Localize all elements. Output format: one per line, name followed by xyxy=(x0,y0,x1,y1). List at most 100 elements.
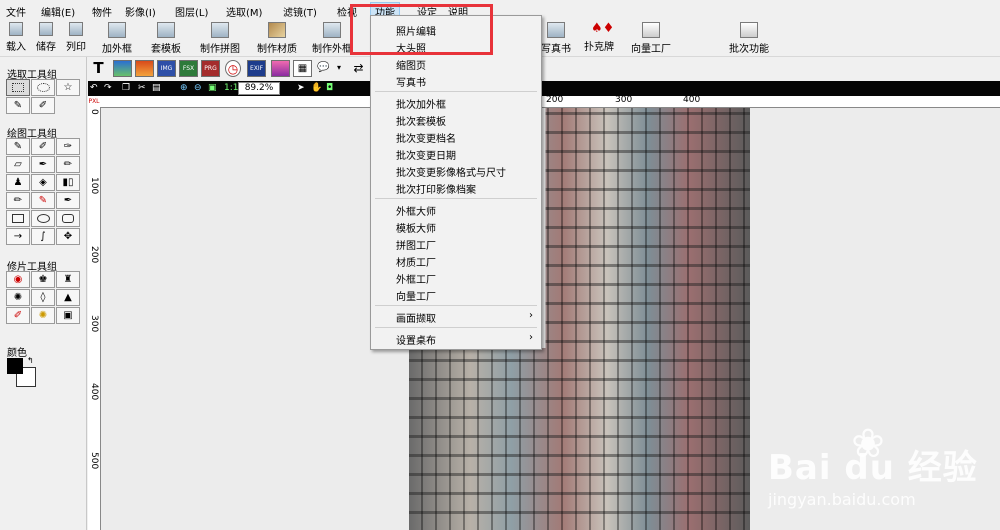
navigator-icon[interactable]: ◘ xyxy=(326,82,333,94)
clone-tool[interactable]: ♚ xyxy=(31,271,55,288)
exif-button[interactable]: EXIF xyxy=(247,60,266,77)
vector-factory-button[interactable]: 向量工厂 xyxy=(631,22,671,55)
sharpen-tool[interactable]: ▲ xyxy=(56,289,80,306)
stamp-tool[interactable]: ♟ xyxy=(6,174,30,191)
sunset-icon[interactable] xyxy=(135,60,154,77)
line-tool[interactable]: → xyxy=(6,228,30,245)
lasso-select-tool[interactable]: ☆ xyxy=(56,79,80,96)
light-tool[interactable]: ✺ xyxy=(31,307,55,324)
eyedropper-tool[interactable]: ✒ xyxy=(56,192,80,209)
drop-icon: ◊ xyxy=(40,291,46,303)
calendar-icon[interactable]: ▦ xyxy=(293,60,312,77)
swap-colors-icon[interactable]: ↰ xyxy=(27,356,34,365)
rounded-rect-tool[interactable] xyxy=(56,210,80,227)
red-eye-tool[interactable]: ◉ xyxy=(6,271,30,288)
menu-item-puzzle-factory[interactable]: 拼图工厂 xyxy=(396,237,436,252)
menu-item-vector-factory[interactable]: 向量工厂 xyxy=(396,288,436,303)
add-frame-button[interactable]: 加外框 xyxy=(102,22,132,55)
menu-item-batch-template[interactable]: 批次套模板 xyxy=(396,113,446,128)
menu-item-batch-rename[interactable]: 批次变更档名 xyxy=(396,130,456,145)
red-pen-tool[interactable]: ✎ xyxy=(31,192,55,209)
eraser-tool[interactable]: ▱ xyxy=(6,156,30,173)
menu-item-batch-format-size[interactable]: 批次变更影像格式与尺寸 xyxy=(396,164,506,179)
highlighter-tool[interactable]: ✒ xyxy=(31,156,55,173)
picture-tool[interactable]: ▣ xyxy=(56,307,80,324)
menu-item-texture-factory[interactable]: 材质工厂 xyxy=(396,254,436,269)
gradient-tool[interactable]: ▮▯ xyxy=(56,174,80,191)
poker-cards-button[interactable]: ♠♦ 扑克牌 xyxy=(584,22,614,54)
magic-wand-tool[interactable]: ✎ xyxy=(6,97,30,114)
drop-tool[interactable]: ◊ xyxy=(31,289,55,306)
bottle-tool[interactable]: ♜ xyxy=(56,271,80,288)
add-frame-label: 加外框 xyxy=(102,44,132,55)
paint-brush-tool[interactable]: ✐ xyxy=(31,138,55,155)
menu-select[interactable]: 选取(M) xyxy=(226,4,262,19)
cut-icon[interactable]: ✂ xyxy=(138,82,146,94)
picture-icon: ▣ xyxy=(63,309,73,321)
menu-layer[interactable]: 图层(L) xyxy=(175,4,208,19)
print-button[interactable]: 列印 xyxy=(66,22,86,53)
pen-tool[interactable]: ✎ xyxy=(6,138,30,155)
actual-size-button[interactable]: 1:1 xyxy=(224,82,238,94)
landscape-icon[interactable] xyxy=(113,60,132,77)
menu-item-frame-factory[interactable]: 外框工厂 xyxy=(396,271,436,286)
zoom-level[interactable]: 89.2% xyxy=(238,82,280,95)
align-icon[interactable]: ⇄ xyxy=(350,60,367,75)
fsx-button[interactable]: FSX xyxy=(179,60,198,77)
marker-tool[interactable]: ✏ xyxy=(56,156,80,173)
menu-item-frame-master[interactable]: 外框大师 xyxy=(396,203,436,218)
copy-icon[interactable]: ❐ xyxy=(122,82,130,94)
photo-book-button[interactable]: 写真书 xyxy=(541,22,571,55)
save-button[interactable]: 储存 xyxy=(36,22,56,53)
move-tool[interactable]: ✥ xyxy=(56,228,80,245)
prg-button[interactable]: PRG xyxy=(201,60,220,77)
bucket-icon: ◈ xyxy=(39,176,47,188)
menu-object[interactable]: 物件 xyxy=(92,4,112,19)
paste-icon[interactable]: ▤ xyxy=(152,82,161,94)
brush-select-icon: ✐ xyxy=(38,99,48,111)
menu-file[interactable]: 文件 xyxy=(6,4,26,19)
airbrush-tool[interactable]: ✑ xyxy=(56,138,80,155)
rect-select-tool[interactable] xyxy=(6,79,30,96)
ellipse-select-tool[interactable] xyxy=(31,79,55,96)
menu-item-template-master[interactable]: 模板大师 xyxy=(396,220,436,235)
menu-item-thumbnail-page[interactable]: 缩图页 xyxy=(396,57,426,72)
make-texture-button[interactable]: 制作材质 xyxy=(257,22,297,55)
clock-icon[interactable]: ◷ xyxy=(225,60,241,77)
menu-item-photo-book[interactable]: 写真书 xyxy=(396,74,426,89)
cake-icon[interactable] xyxy=(271,60,290,77)
ellipse-tool[interactable] xyxy=(31,210,55,227)
color-replace-tool[interactable]: ✐ xyxy=(6,307,30,324)
blur-tool[interactable]: ✺ xyxy=(6,289,30,306)
hand-icon[interactable]: ✋ xyxy=(311,82,322,94)
redo-icon[interactable]: ↷ xyxy=(104,82,112,94)
menu-edit[interactable]: 编辑(E) xyxy=(41,4,75,19)
foreground-color-swatch[interactable] xyxy=(7,358,23,374)
rectangle-tool[interactable] xyxy=(6,210,30,227)
curve-tool[interactable]: ∫ xyxy=(31,228,55,245)
menu-item-batch-print[interactable]: 批次打印影像档案 xyxy=(396,181,476,196)
menu-item-set-wallpaper[interactable]: 设置桌布 xyxy=(396,332,536,347)
speech-bubble-icon[interactable]: 💬 xyxy=(315,60,332,75)
text-tool[interactable]: T xyxy=(90,60,107,75)
pointer-icon[interactable]: ➤ xyxy=(297,82,305,94)
make-puzzle-button[interactable]: 制作拼图 xyxy=(200,22,240,55)
fit-window-icon[interactable]: ▣ xyxy=(208,82,217,94)
pencil-tool[interactable]: ✏ xyxy=(6,192,30,209)
more-tools-dropdown[interactable]: ▾ xyxy=(335,60,343,75)
menu-item-batch-frame[interactable]: 批次加外框 xyxy=(396,96,446,111)
make-outer-frame-button[interactable]: 制作外框 xyxy=(312,22,352,55)
menu-item-batch-date[interactable]: 批次变更日期 xyxy=(396,147,456,162)
brush-select-tool[interactable]: ✐ xyxy=(31,97,55,114)
batch-function-button[interactable]: 批次功能 xyxy=(729,22,769,55)
undo-icon[interactable]: ↶ xyxy=(90,82,98,94)
menu-image[interactable]: 影像(I) xyxy=(125,4,156,19)
zoom-in-icon[interactable]: ⊕ xyxy=(180,82,188,94)
menu-item-screen-capture[interactable]: 画面撷取 xyxy=(396,310,536,325)
menu-filter[interactable]: 滤镜(T) xyxy=(283,4,317,19)
load-button[interactable]: 载入 xyxy=(6,22,26,53)
img-button[interactable]: IMG xyxy=(157,60,176,77)
fill-tool[interactable]: ◈ xyxy=(31,174,55,191)
apply-template-button[interactable]: 套模板 xyxy=(151,22,181,55)
zoom-out-icon[interactable]: ⊖ xyxy=(194,82,202,94)
